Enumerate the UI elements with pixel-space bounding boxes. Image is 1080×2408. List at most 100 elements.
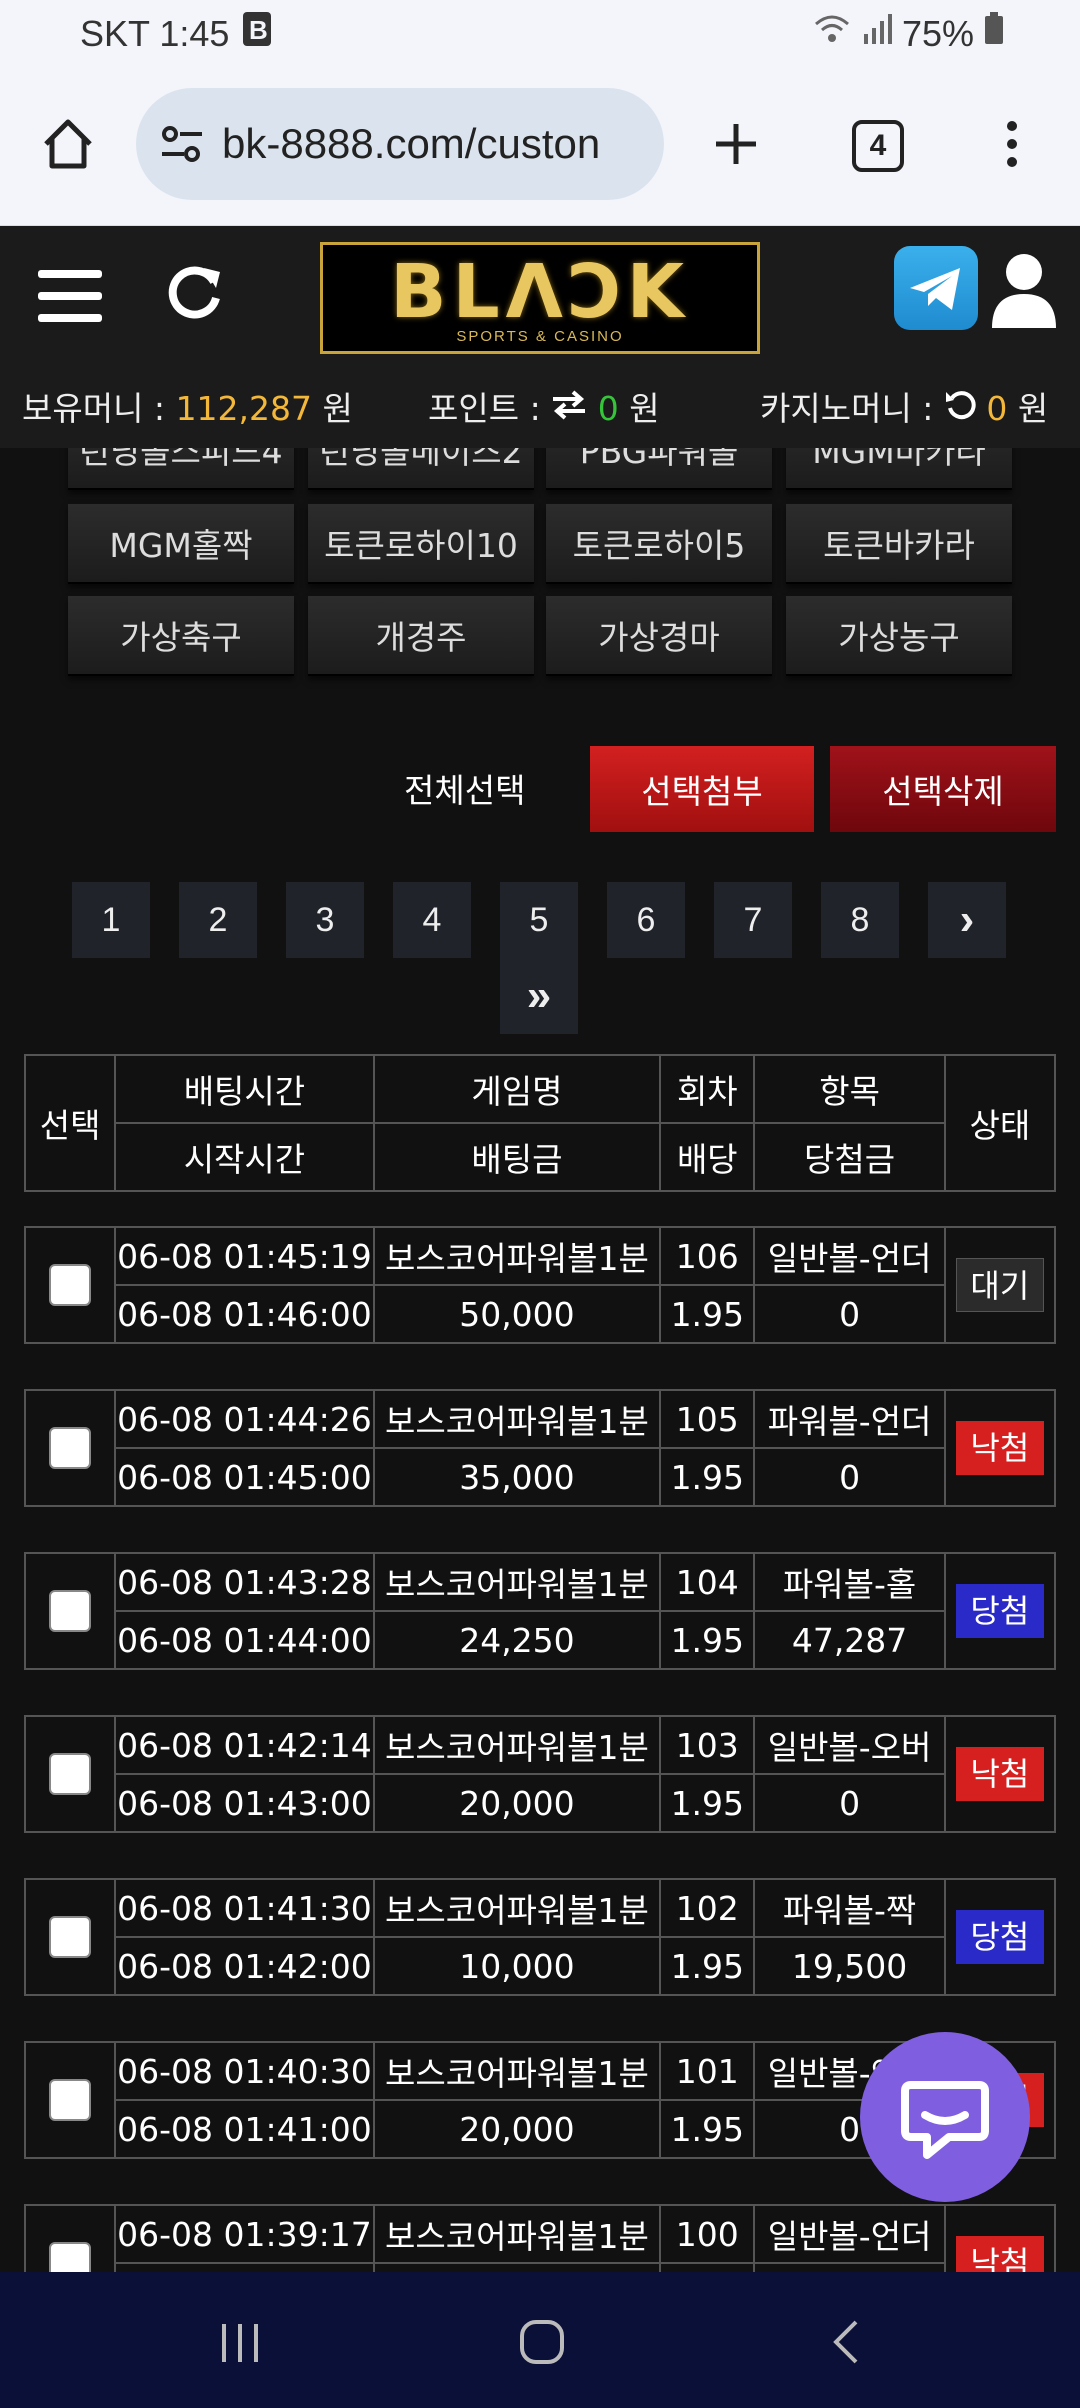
main-content: 런닝볼스피드4 런닝볼메이즈2 PBG파워볼 MGM바카라 MGM홀짝 토큰로하… — [0, 448, 1080, 2272]
site-header: BLΛϽK SPORTS & CASINO 보유머니 : 112,287 원 포… — [0, 226, 1080, 448]
bet-history-header: 선택 배팅시간 게임명 회차 항목 상태 시작시간 배팅금 배당 당첨금 — [23, 1054, 1057, 1192]
status-badge: 대기 — [955, 1258, 1044, 1312]
page-button[interactable]: 6 — [607, 882, 685, 958]
start-time: 06-08 01:41:00 — [114, 2099, 375, 2159]
page-button[interactable]: 4 — [393, 882, 471, 958]
recent-apps-icon[interactable] — [210, 2312, 270, 2372]
bet-row: 06-08 01:44:26 보스코어파워볼1분 105 파워볼-언더 낙첨 06-08 … — [23, 1389, 1057, 1507]
chat-button[interactable] — [860, 2032, 1030, 2202]
bet-amount: 30,000 — [372, 2262, 662, 2272]
exchange-icon[interactable] — [551, 389, 587, 428]
page-button[interactable]: 1 — [72, 882, 150, 958]
point-balance[interactable]: 포인트 : 0 원 — [428, 382, 660, 430]
row-checkbox[interactable] — [49, 2242, 92, 2272]
bet-time: 06-08 01:41:30 — [114, 1878, 375, 1938]
page-button[interactable]: 2 — [179, 882, 257, 958]
round: 100 — [659, 2204, 756, 2264]
win-amount: 19,500 — [753, 1936, 946, 1996]
start-time: 06-08 01:44:00 — [114, 1610, 375, 1670]
svg-text:B: B — [249, 15, 268, 45]
last-page-button[interactable]: » — [500, 958, 578, 1034]
home-nav-icon[interactable] — [512, 2312, 572, 2372]
game-name: 보스코어파워볼1분 — [372, 2204, 662, 2264]
new-tab-icon[interactable] — [706, 114, 766, 174]
row-select-cell — [23, 2204, 117, 2272]
odds: 1.95 — [659, 2262, 756, 2272]
status-badge: 당첨 — [955, 1584, 1044, 1638]
wifi-icon — [812, 12, 852, 55]
game-button[interactable]: 런닝볼메이즈2 — [308, 448, 534, 490]
more-options-icon[interactable] — [994, 114, 1030, 174]
row-checkbox[interactable] — [49, 1264, 92, 1307]
page-button[interactable]: 7 — [714, 882, 792, 958]
select-all-button[interactable]: 전체선택 — [404, 764, 525, 812]
game-name: 보스코어파워볼1분 — [372, 1226, 662, 1286]
win-amount: 0 — [753, 1773, 946, 1833]
game-button[interactable]: 가상경마 — [546, 596, 772, 676]
home-icon[interactable] — [38, 114, 98, 174]
row-select-cell — [23, 1226, 117, 1344]
bet-item: 파워볼-홀 — [753, 1552, 946, 1612]
tab-switcher-button[interactable]: 4 — [852, 120, 904, 172]
game-button[interactable]: MGM바카라 — [786, 448, 1012, 490]
start-time: 06-08 01:42:00 — [114, 1936, 375, 1996]
start-time: 06-08 01:46:00 — [114, 1284, 375, 1344]
game-button[interactable]: 토큰로하이5 — [546, 504, 772, 584]
row-checkbox[interactable] — [49, 1916, 92, 1959]
url-bar[interactable]: bk-8888.com/custon — [136, 88, 664, 200]
row-select-cell — [23, 2041, 117, 2159]
game-button[interactable]: 가상축구 — [68, 596, 294, 676]
url-text: bk-8888.com/custon — [222, 120, 601, 167]
col-start-time: 시작시간 — [114, 1122, 375, 1192]
status-badge: 낙첨 — [955, 2236, 1044, 2272]
game-button[interactable]: 토큰로하이10 — [308, 504, 534, 584]
carrier-time: SKT 1:45 — [80, 12, 230, 54]
row-checkbox[interactable] — [49, 2079, 92, 2122]
status-cell: 당첨 — [943, 1878, 1057, 1996]
odds: 1.95 — [659, 1773, 756, 1833]
bet-time: 06-08 01:42:14 — [114, 1715, 375, 1775]
row-checkbox[interactable] — [49, 1590, 92, 1633]
round: 105 — [659, 1389, 756, 1449]
bet-amount: 24,250 — [372, 1610, 662, 1670]
game-button[interactable]: PBG파워볼 — [546, 448, 772, 490]
game-button[interactable]: 가상농구 — [786, 596, 1012, 676]
odds: 1.95 — [659, 1610, 756, 1670]
row-checkbox[interactable] — [49, 1753, 92, 1796]
bet-row: 06-08 01:39:17보스코어파워볼1분100일반볼-언더낙첨 06-08 … — [23, 2204, 1057, 2272]
attach-selected-button[interactable]: 선택첨부 — [590, 746, 814, 832]
page-button[interactable]: 5 — [500, 882, 578, 958]
page-button[interactable]: 8 — [821, 882, 899, 958]
row-checkbox[interactable] — [49, 1427, 92, 1470]
telegram-icon[interactable] — [894, 246, 978, 330]
page-button[interactable]: 3 — [286, 882, 364, 958]
round: 106 — [659, 1226, 756, 1286]
game-button[interactable]: 토큰바카라 — [786, 504, 1012, 584]
casino-refresh-icon[interactable] — [944, 389, 976, 428]
back-icon[interactable] — [818, 2312, 878, 2372]
signal-icon — [862, 12, 892, 55]
col-bet-time: 배팅시간 — [114, 1054, 375, 1124]
status-cell: 대기 — [943, 1226, 1057, 1344]
site-logo[interactable]: BLΛϽK SPORTS & CASINO — [320, 242, 760, 354]
round: 104 — [659, 1552, 756, 1612]
chat-icon — [901, 2081, 989, 2159]
win-amount: 0 — [753, 1284, 946, 1344]
game-button[interactable]: 개경주 — [308, 596, 534, 676]
casino-money[interactable]: 카지노머니 : 0 원 — [760, 382, 1048, 430]
refresh-icon[interactable] — [164, 260, 226, 322]
bet-item: 파워볼-언더 — [753, 1389, 946, 1449]
delete-selected-button[interactable]: 선택삭제 — [830, 746, 1056, 832]
site-settings-icon[interactable] — [158, 120, 206, 168]
user-icon[interactable] — [990, 250, 1058, 330]
bet-amount: 20,000 — [372, 1773, 662, 1833]
game-button[interactable]: 런닝볼스피드4 — [68, 448, 294, 490]
status-cell: 낙첨 — [943, 1715, 1057, 1833]
bet-time: 06-08 01:39:17 — [114, 2204, 375, 2264]
win-amount: 47,287 — [753, 1610, 946, 1670]
col-win-amount: 당첨금 — [753, 1122, 946, 1192]
odds: 1.95 — [659, 2099, 756, 2159]
game-button[interactable]: MGM홀짝 — [68, 504, 294, 584]
menu-icon[interactable] — [36, 262, 104, 330]
next-page-button[interactable]: › — [928, 882, 1006, 958]
